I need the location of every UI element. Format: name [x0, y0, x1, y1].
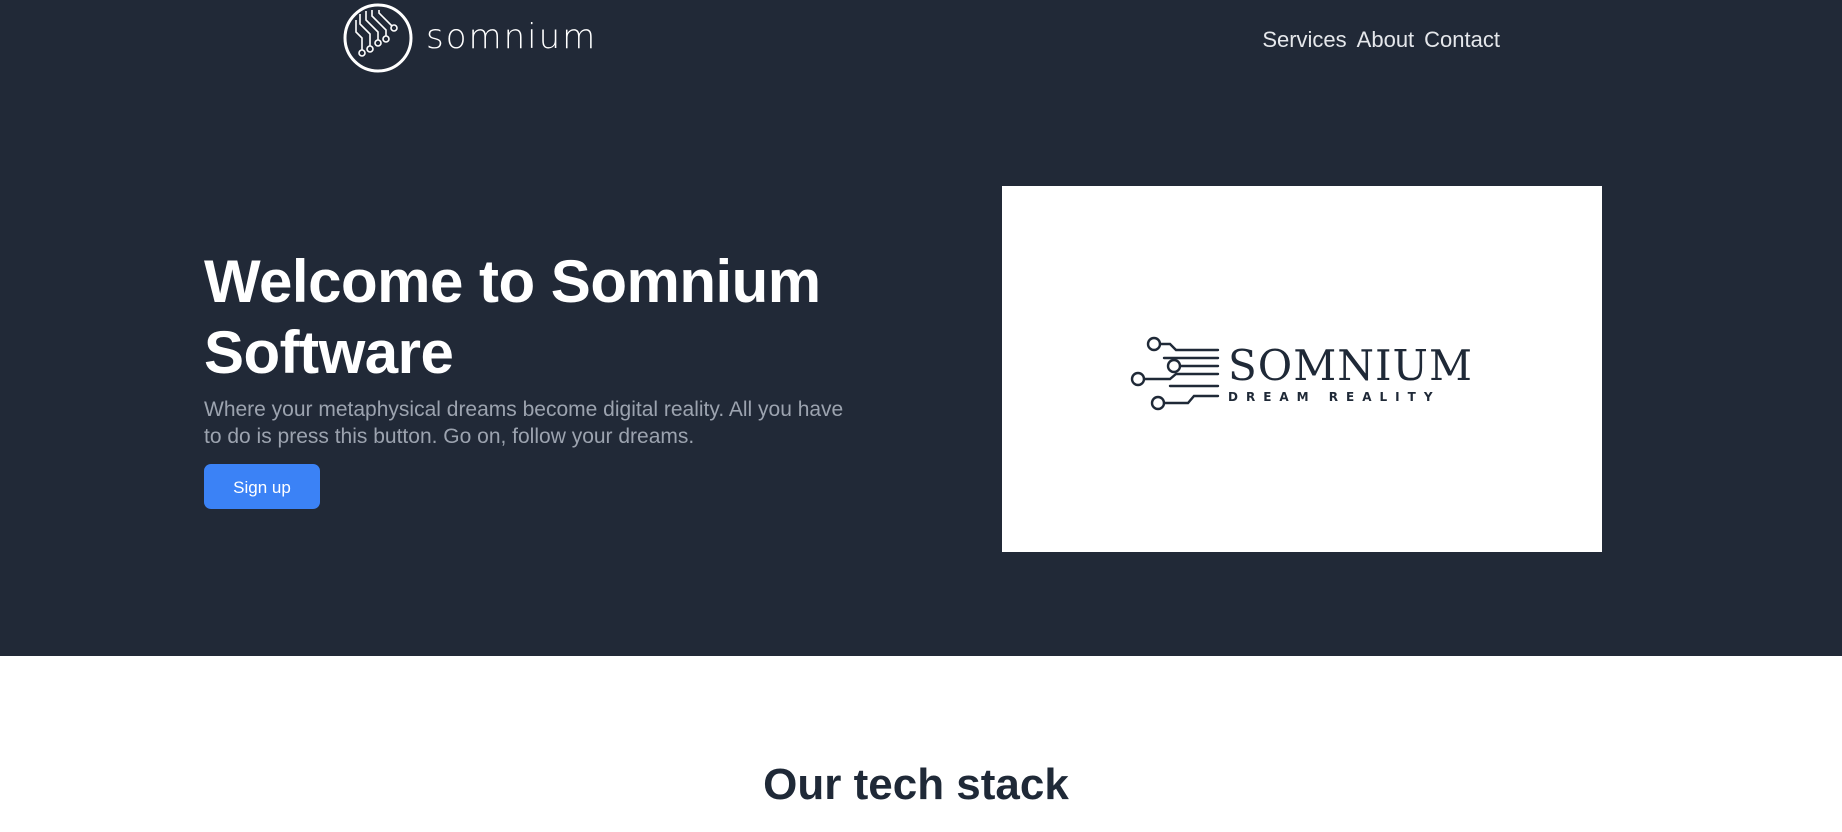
logo-tagline: DREAM REALITY [1228, 390, 1441, 404]
circuit-circle-icon [343, 3, 413, 73]
tech-stack-section: Our tech stack [0, 656, 1842, 832]
sign-up-button[interactable]: Sign up [204, 464, 320, 509]
nav-link-services[interactable]: Services [1262, 26, 1346, 54]
logo-name: SOMNIUM [1228, 341, 1473, 390]
hero-text-block: Welcome to Somnium Software Where your m… [204, 246, 844, 509]
hero-subtitle: Where your metaphysical dreams become di… [204, 398, 844, 448]
brand-logo-link[interactable]: somnium [342, 2, 597, 74]
hero-image: SOMNIUM DREAM REALITY [1002, 186, 1602, 552]
main-nav: Services About Contact [1262, 26, 1500, 54]
hero-title: Welcome to Somnium Software [204, 248, 821, 386]
somnium-logo-image: SOMNIUM DREAM REALITY [1130, 336, 1473, 412]
logo-wordmark: SOMNIUM DREAM REALITY [1228, 341, 1473, 405]
nav-link-about[interactable]: About [1357, 26, 1415, 54]
brand-name: somnium [426, 17, 598, 57]
tech-stack-title: Our tech stack [763, 760, 1069, 809]
circuit-lines-icon [1130, 336, 1220, 411]
nav-link-contact[interactable]: Contact [1424, 26, 1500, 54]
hero-section: somnium Services About Contact Welcome t… [0, 0, 1842, 656]
